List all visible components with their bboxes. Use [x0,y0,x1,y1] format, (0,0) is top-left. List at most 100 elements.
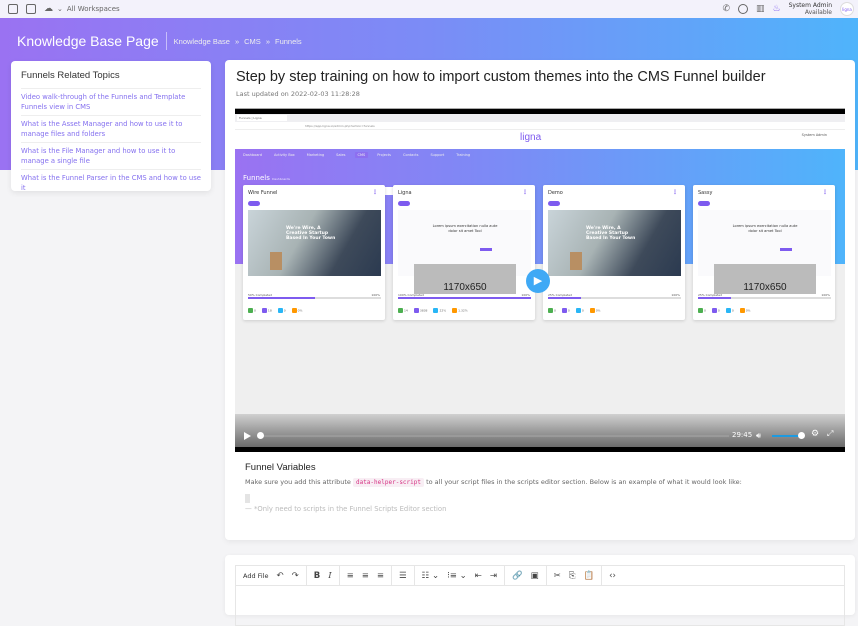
fullscreen-icon[interactable]: ⤢ [827,429,833,439]
recorded-nav-item: Support [430,153,445,157]
last-updated: Last updated on 2022-02-03 11:28:28 [236,90,360,98]
related-topics-panel: Funnels Related Topics Video walk-throug… [11,61,211,192]
play-overlay-button[interactable]: ▶ [526,269,550,293]
funnel-tag [248,201,260,206]
source-code-icon[interactable]: ‹› [609,571,616,581]
settings-icon[interactable]: ⚙ [811,429,819,439]
breadcrumb-item[interactable]: CMS [244,37,261,46]
align-left-icon[interactable]: ≡ [347,571,354,581]
phone-icon[interactable]: ✆ [722,4,730,14]
recorded-nav-item: Activity Box [274,153,295,157]
recorded-funnel-card: Wire Funnel ⋮ We're Wire, A Creative Sta… [243,185,385,320]
help-icon[interactable] [738,4,748,14]
related-topic-link[interactable]: What is the File Manager and how to use … [21,142,201,169]
outdent-icon[interactable]: ⇤ [475,571,482,581]
video-player[interactable]: Funnels | Ligna https://app.ligna.io/adm… [235,109,845,452]
stat: 0% [739,308,751,313]
align-center-icon[interactable]: ≡ [362,571,369,581]
add-file-button[interactable]: Add File [243,572,269,580]
copy-icon[interactable]: ⎘ [569,571,576,581]
stat: 14 [398,308,408,313]
bullet-list-icon[interactable]: ☷ ⌄ [422,571,439,581]
recorded-app-header: ligna System Admin [235,130,845,144]
video-controls: 29:45 🔊︎ ⚙ ⤢ [235,414,845,447]
volume-icon[interactable]: 🔊︎ [756,431,761,441]
video-frame: Funnels | Ligna https://app.ligna.io/adm… [235,114,845,414]
stat: 0 [561,308,570,313]
avatar[interactable]: ligna [840,2,854,16]
play-icon[interactable] [244,432,251,440]
recorded-funnel-card: Sassy ⋮ Lorem ipsum exercitation nulla a… [693,185,835,320]
funnel-stats: 0 0 0 0% [548,308,601,313]
stat: 18 [261,308,272,313]
folder-icon[interactable] [26,4,36,14]
map-icon[interactable]: ▥ [756,4,765,14]
article-card: Step by step training on how to import c… [225,60,855,540]
workspace-selector[interactable]: All Workspaces [67,5,120,13]
breadcrumb-separator: » [265,36,270,46]
related-topic-link[interactable]: Video walk-through of the Funnels and Te… [21,88,201,115]
notification-icon[interactable]: ♨ [773,4,781,14]
more-icon: ⋮ [522,189,528,196]
image-icon[interactable]: ▣ [531,571,539,581]
article-title: Step by step training on how to import c… [236,69,766,85]
stat: 0% [589,308,601,313]
video-duration: 29:45 [732,431,753,439]
attribute-code: data-helper-script [352,478,424,487]
funnel-name: Ligna [398,190,412,196]
progress-bar [548,297,681,299]
breadcrumb-separator: » [234,36,240,46]
rich-text-editor: Add File ↶ ↷ B I ≡ ≡ ≡ ☰ ☷ ⌄ ⁝≡ ⌄ ⇤ ⇥ 🔗 … [225,555,855,626]
stat: 3838 [413,308,427,313]
italic-button[interactable]: I [328,571,331,581]
progress-bar [248,297,381,299]
page-title: Knowledge Base Page [17,33,159,49]
link-icon[interactable]: 🔗 [512,571,523,581]
cut-icon[interactable]: ✂ [554,571,561,581]
redo-icon[interactable]: ↷ [292,571,299,581]
numbered-list-icon[interactable]: ⁝≡ ⌄ [447,571,467,581]
funnel-tag [548,201,560,206]
recorded-page-title: Funnels Dashboards [243,174,290,182]
recorded-funnel-card: Demo ⋮ We're Wire, A Creative Startup Ba… [543,185,685,320]
funnel-thumbnail: We're Wire, A Creative Startup Based In … [548,210,681,276]
breadcrumb-item[interactable]: Knowledge Base [174,37,230,46]
user-name: System Admin [788,2,832,9]
recorded-nav-item: Training [456,153,471,157]
code-block [245,494,250,503]
editor-body[interactable] [235,586,845,626]
recorded-url: https://app.ligna.io/admin.php?action=fu… [235,122,845,130]
undo-icon[interactable]: ↶ [277,571,284,581]
paste-icon[interactable]: 📋 [584,571,595,581]
checkbox-icon[interactable] [8,4,18,14]
breadcrumb-item: Funnels [274,36,302,46]
indent-icon[interactable]: ⇥ [490,571,497,581]
stat: 0 [698,308,706,313]
related-topics-title: Funnels Related Topics [21,70,120,81]
cloud-upload-icon[interactable]: ☁ [44,4,53,14]
chevron-down-icon[interactable]: ⌄ [57,5,63,13]
ligna-logo: ligna [520,132,542,143]
funnel-tag [698,201,710,206]
recorded-nav-item: Contacts [403,153,419,157]
recorded-browser-tabs: Funnels | Ligna [235,114,845,122]
seek-bar[interactable] [259,435,729,437]
recorded-nav-item: Dashboard [243,153,262,157]
editor-toolbar: Add File ↶ ↷ B I ≡ ≡ ≡ ☰ ☷ ⌄ ⁝≡ ⌄ ⇤ ⇥ 🔗 … [235,565,845,586]
user-info[interactable]: System Admin Available [789,2,832,16]
stat: 0% [291,308,302,313]
bold-button[interactable]: B [314,571,320,581]
recorded-funnel-card: Ligna ⋮ Lorem ipsum exercitation nulla a… [393,185,535,320]
justify-icon[interactable]: ☰ [399,571,407,581]
stat: 0 [711,308,720,313]
related-topic-link[interactable]: What is the Asset Manager and how to use… [21,115,201,142]
related-topic-link[interactable]: What is the Funnel Parser in the CMS and… [21,169,201,196]
breadcrumb: Knowledge Base » CMS » Funnels [174,37,302,46]
volume-handle[interactable] [798,432,805,439]
recorded-nav-item: Projects [377,153,391,157]
funnel-thumbnail: Lorem ipsum exercitation nulla aute dolo… [398,210,531,294]
funnel-name: Sassy [698,190,713,196]
more-icon: ⋮ [372,189,378,196]
align-right-icon[interactable]: ≡ [377,571,384,581]
seek-handle[interactable] [257,432,264,439]
